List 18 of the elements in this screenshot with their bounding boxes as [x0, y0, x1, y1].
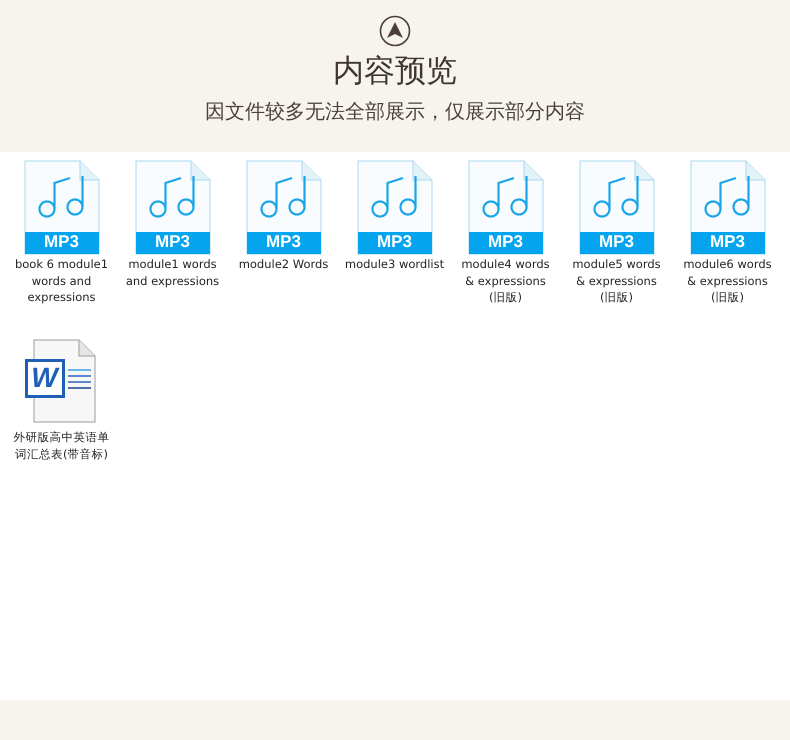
audio-file-icon[interactable]: MP3 — [24, 160, 100, 255]
file-name: module4 words & expressions (旧版) — [460, 256, 551, 306]
audio-file-icon[interactable]: MP3 — [468, 160, 544, 255]
file-name: module1 words and expressions — [124, 256, 220, 289]
section-title: 内容预览 — [333, 52, 457, 91]
section-subtitle: 因文件较多无法全部展示，仅展示部分内容 — [205, 98, 585, 125]
file-name: book 6 module1 words and expressions — [14, 256, 110, 306]
audio-file-icon[interactable]: MP3 — [690, 160, 766, 255]
audio-file-icon[interactable]: MP3 — [356, 160, 432, 255]
audio-file-icon[interactable]: MP3 — [246, 160, 322, 255]
file-name: 外研版高中英语单词汇总表(带音标) — [12, 429, 110, 462]
file-name: module2 Words — [238, 256, 330, 272]
file-name: module3 wordlist — [344, 256, 444, 272]
audio-file-icon[interactable]: MP3 — [578, 160, 654, 255]
audio-file-icon[interactable]: MP3 — [134, 160, 210, 255]
arrow-up-icon — [379, 15, 411, 47]
file-name: module6 words & expressions (旧版) — [682, 256, 773, 306]
file-name: module5 words & expressions (旧版) — [571, 256, 662, 306]
